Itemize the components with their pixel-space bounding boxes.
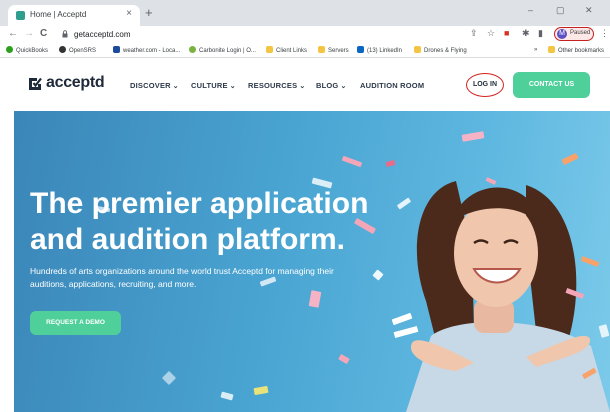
new-tab-button[interactable]: +: [145, 6, 153, 19]
login-label: LOG IN: [472, 81, 498, 88]
lock-icon: [62, 30, 68, 38]
bookmark-opensrs[interactable]: OpenSRS: [59, 46, 96, 56]
bookmark-quickbooks[interactable]: QuickBooks: [6, 46, 48, 56]
confetti-piece: [461, 131, 485, 142]
nav-audition-room[interactable]: AUDITION ROOM: [360, 81, 424, 90]
nav-culture[interactable]: CULTURE ⌄: [191, 81, 236, 90]
opensrs-icon: [59, 46, 66, 53]
bookmark-client-links[interactable]: Client Links: [266, 46, 307, 56]
chevron-down-icon: ⌄: [172, 83, 179, 90]
confetti-piece: [561, 152, 579, 166]
url-text: getacceptd.com: [74, 30, 131, 39]
confetti-piece: [161, 370, 177, 386]
folder-icon: [318, 46, 325, 53]
contact-us-label: CONTACT US: [528, 81, 575, 88]
carbonite-icon: [189, 46, 196, 53]
bookmark-servers[interactable]: Servers: [318, 46, 349, 56]
back-button[interactable]: ←: [8, 28, 18, 40]
confetti-piece: [385, 159, 396, 168]
site-header: acceptd DISCOVER ⌄ CULTURE ⌄ RESOURCES ⌄ BL…: [0, 59, 610, 111]
extensions-puzzle-icon[interactable]: ✱: [522, 28, 530, 39]
extension-icon[interactable]: ■: [504, 28, 509, 39]
nav-resources[interactable]: RESOURCES ⌄: [248, 81, 305, 90]
share-icon[interactable]: ⇪: [470, 28, 478, 39]
bookmark-star-icon[interactable]: ☆: [487, 28, 495, 39]
profile-status: Paused: [570, 30, 591, 36]
bookmark-weather[interactable]: weather.com - Loca...: [113, 46, 180, 56]
bookmark-carbonite[interactable]: Carbonite Login | O...: [189, 46, 256, 56]
acceptd-check-icon: [29, 77, 42, 90]
profile-avatar: M: [557, 29, 567, 39]
nav-discover[interactable]: DISCOVER ⌄: [130, 81, 179, 90]
browser-tabstrip: Home | Acceptd × + ‒ ▢ ✕: [0, 0, 610, 26]
address-bar[interactable]: getacceptd.com: [58, 28, 478, 42]
chevron-down-icon: ⌄: [229, 83, 236, 90]
chevron-down-icon: ⌄: [340, 83, 347, 90]
chevron-down-icon: ⌄: [299, 83, 306, 90]
weather-icon: [113, 46, 120, 53]
bookmarks-overflow-button[interactable]: »: [534, 46, 537, 55]
request-demo-label: REQUEST A DEMO: [46, 319, 105, 326]
restore-window-button[interactable]: ▢: [556, 5, 565, 16]
contact-us-button[interactable]: CONTACT US: [513, 72, 590, 98]
bookmark-linkedin[interactable]: (13) LinkedIn: [357, 46, 402, 56]
bookmarks-bar: QuickBooks OpenSRS weather.com - Loca...…: [0, 44, 610, 58]
forward-button[interactable]: →: [24, 28, 34, 40]
minimize-window-button[interactable]: ‒: [528, 5, 533, 15]
browser-tab[interactable]: Home | Acceptd ×: [8, 5, 140, 26]
close-window-button[interactable]: ✕: [585, 5, 593, 16]
hero-banner: The premier application and audition pla…: [14, 111, 610, 412]
profile-button[interactable]: M Paused: [554, 27, 594, 41]
nav-blog[interactable]: BLOG ⌄: [316, 81, 347, 90]
confetti-piece: [308, 290, 322, 308]
hero-headline: The premier application and audition pla…: [30, 187, 369, 256]
browser-menu-icon[interactable]: ⋮: [600, 28, 609, 39]
logo-text: acceptd: [46, 74, 105, 91]
reload-button[interactable]: C: [40, 28, 47, 40]
other-bookmarks[interactable]: Other bookmarks: [548, 46, 604, 56]
side-panel-icon[interactable]: ▮: [538, 28, 543, 39]
folder-icon: [414, 46, 421, 53]
confetti-piece: [253, 385, 269, 396]
hero-subtext: Hundreds of arts organizations around th…: [30, 266, 334, 289]
tab-title: Home | Acceptd: [30, 10, 87, 19]
folder-icon: [266, 46, 273, 53]
linkedin-icon: [357, 46, 364, 53]
confetti-piece: [220, 391, 234, 401]
close-tab-icon[interactable]: ×: [126, 8, 132, 19]
bookmark-drones[interactable]: Drones & Flying: [414, 46, 467, 56]
login-button[interactable]: LOG IN: [466, 73, 504, 97]
acceptd-favicon-icon: [16, 11, 25, 20]
confetti-piece: [341, 155, 363, 168]
folder-icon: [548, 46, 555, 53]
request-demo-button[interactable]: REQUEST A DEMO: [30, 311, 121, 335]
quickbooks-icon: [6, 46, 13, 53]
confetti-piece: [372, 269, 384, 281]
confetti-piece: [338, 353, 350, 365]
browser-toolbar: ← → C getacceptd.com ⇪ ☆ ■ ✱ ▮ M Paused …: [0, 26, 610, 44]
